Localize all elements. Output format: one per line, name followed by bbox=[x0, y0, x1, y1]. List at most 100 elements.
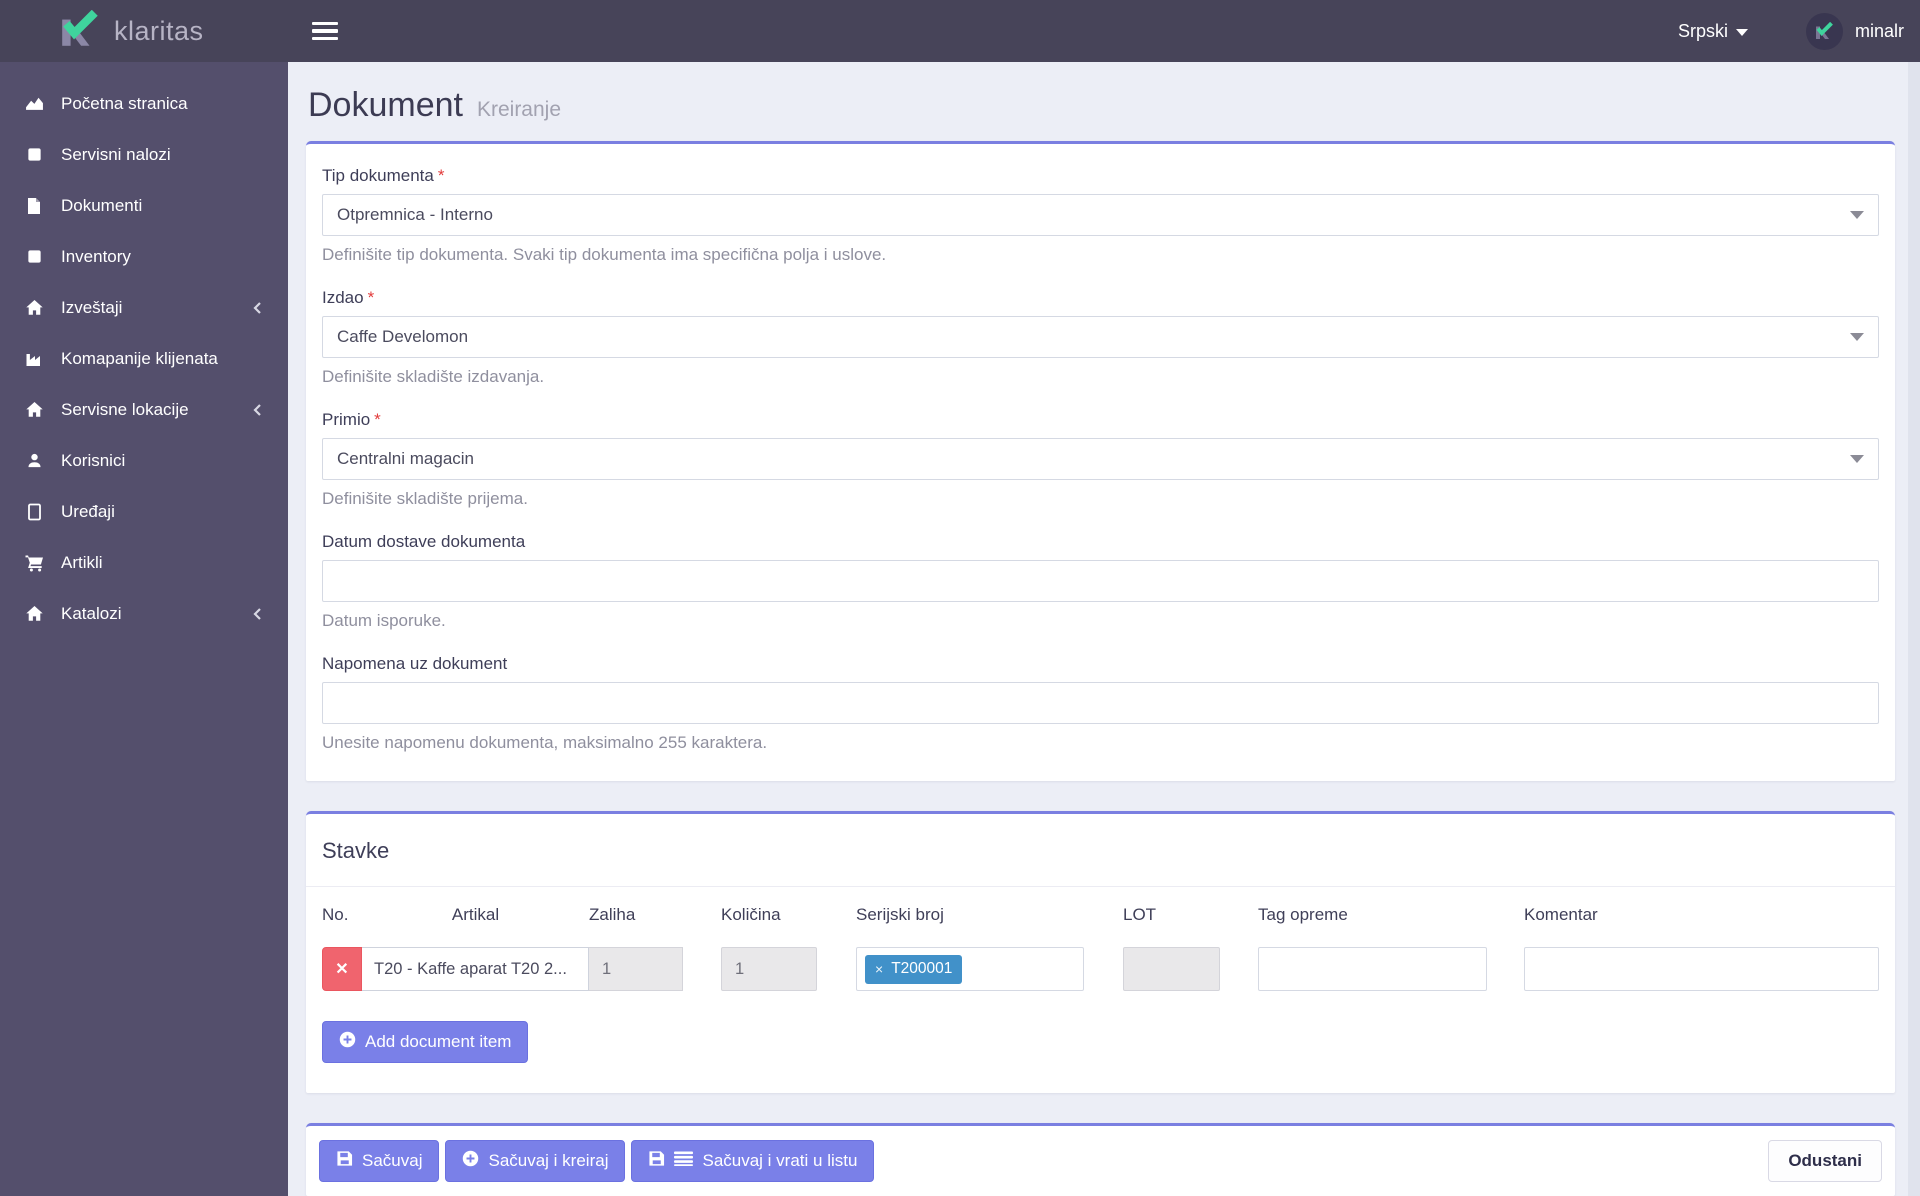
language-dropdown[interactable]: Srpski bbox=[1678, 21, 1748, 42]
primio-select[interactable]: Centralni magacin bbox=[322, 438, 1879, 480]
industry-icon bbox=[22, 350, 46, 367]
col-serijski-broj: Serijski broj bbox=[856, 905, 1084, 925]
plus-circle-icon bbox=[462, 1150, 479, 1172]
klaritas-logo-icon bbox=[58, 10, 100, 53]
napomena-input[interactable] bbox=[322, 682, 1879, 724]
izdao-select[interactable]: Caffe Develomon bbox=[322, 316, 1879, 358]
list-icon bbox=[674, 1151, 693, 1171]
field-label: Tip dokumenta bbox=[322, 166, 434, 185]
avatar[interactable] bbox=[1806, 13, 1843, 50]
brand-name: klaritas bbox=[114, 16, 204, 47]
sidebar-item-dokumenti[interactable]: Dokumenti bbox=[0, 180, 288, 231]
save-button[interactable]: Sačuvaj bbox=[319, 1140, 439, 1182]
actions-bar: Sačuvaj Sačuvaj i kreiraj Sačuvaj i vrat… bbox=[306, 1123, 1895, 1196]
sidebar-item-pocetna-stranica[interactable]: Početna stranica bbox=[0, 78, 288, 129]
field-help: Unesite napomenu dokumenta, maksimalno 2… bbox=[322, 733, 1879, 753]
menu-toggle-icon[interactable] bbox=[312, 22, 338, 41]
chevron-left-icon bbox=[252, 607, 262, 621]
chevron-left-icon bbox=[252, 403, 262, 417]
serijski-broj-input[interactable]: × T200001 bbox=[856, 947, 1084, 991]
field-label: Datum dostave dokumenta bbox=[322, 532, 525, 551]
home-icon bbox=[22, 605, 46, 622]
main-content: Dokument Kreiranje Tip dokumenta* Otprem… bbox=[288, 62, 1920, 1196]
items-title: Stavke bbox=[322, 838, 1879, 864]
sidebar-item-komapanije-klijenata[interactable]: Komapanije klijenata bbox=[0, 333, 288, 384]
zaliha-value: 1 bbox=[589, 947, 683, 991]
col-zaliha: Zaliha bbox=[589, 905, 683, 925]
field-label: Napomena uz dokument bbox=[322, 654, 507, 673]
sidebar-item-artikli[interactable]: Artikli bbox=[0, 537, 288, 588]
save-and-return-button[interactable]: Sačuvaj i vrati u listu bbox=[631, 1140, 874, 1182]
delete-item-button[interactable]: ✕ bbox=[322, 947, 362, 991]
home-icon bbox=[22, 299, 46, 316]
language-label: Srpski bbox=[1678, 21, 1728, 42]
chevron-down-icon bbox=[1850, 211, 1864, 219]
komentar-input[interactable] bbox=[1524, 947, 1879, 991]
serial-tag-chip: × T200001 bbox=[865, 955, 962, 984]
username[interactable]: minalr bbox=[1855, 21, 1904, 42]
item-row: ✕ T20 - Kaffe aparat T20 2... 1 1 × T200… bbox=[322, 947, 1879, 991]
user-icon bbox=[22, 452, 46, 469]
select-value: Centralni magacin bbox=[337, 449, 474, 469]
remove-tag-icon[interactable]: × bbox=[875, 961, 883, 977]
sidebar-item-servisne-lokacije[interactable]: Servisne lokacije bbox=[0, 384, 288, 435]
serial-tag-label: T200001 bbox=[891, 960, 952, 978]
note-icon bbox=[22, 248, 46, 265]
home-icon bbox=[22, 401, 46, 418]
col-no: No. bbox=[322, 905, 362, 925]
navbar-right: Srpski minalr bbox=[1678, 13, 1920, 50]
artikal-select[interactable]: T20 - Kaffe aparat T20 2... bbox=[362, 947, 589, 991]
brand[interactable]: klaritas bbox=[0, 10, 288, 53]
select-value: Caffe Develomon bbox=[337, 327, 468, 347]
field-help: Definišite skladište izdavanja. bbox=[322, 367, 1879, 387]
cart-icon bbox=[22, 554, 46, 572]
items-table-header: No. Artikal Zaliha Količina Serijski bro… bbox=[322, 905, 1879, 925]
sidebar-item-servisni-nalozi[interactable]: Servisni nalozi bbox=[0, 129, 288, 180]
page-subtitle: Kreiranje bbox=[477, 98, 561, 122]
field-tip-dokumenta: Tip dokumenta* Otpremnica - Interno Defi… bbox=[322, 166, 1879, 265]
save-icon bbox=[336, 1150, 353, 1172]
datum-dostave-input[interactable] bbox=[322, 560, 1879, 602]
file-icon bbox=[22, 197, 46, 215]
add-document-item-button[interactable]: Add document item bbox=[322, 1021, 528, 1063]
chevron-left-icon bbox=[252, 301, 262, 315]
field-label: Primio bbox=[322, 410, 370, 429]
page-title: Dokument bbox=[308, 86, 463, 125]
col-kolicina: Količina bbox=[721, 905, 817, 925]
field-help: Definišite tip dokumenta. Svaki tip doku… bbox=[322, 245, 1879, 265]
sidebar-item-katalozi[interactable]: Katalozi bbox=[0, 588, 288, 639]
chevron-down-icon bbox=[1850, 333, 1864, 341]
col-artikal: Artikal bbox=[362, 905, 589, 925]
tip-dokumenta-select[interactable]: Otpremnica - Interno bbox=[322, 194, 1879, 236]
scrollbar[interactable] bbox=[1908, 62, 1920, 1196]
items-card: Stavke No. Artikal Zaliha Količina Serij… bbox=[306, 811, 1895, 1093]
field-label: Izdao bbox=[322, 288, 364, 307]
sidebar-item-uredjaji[interactable]: Uređaji bbox=[0, 486, 288, 537]
kolicina-input: 1 bbox=[721, 947, 817, 991]
sidebar-item-inventory[interactable]: Inventory bbox=[0, 231, 288, 282]
sidebar-item-izvestaji[interactable]: Izveštaji bbox=[0, 282, 288, 333]
col-komentar: Komentar bbox=[1524, 905, 1879, 925]
plus-circle-icon bbox=[339, 1031, 356, 1053]
field-primio: Primio* Centralni magacin Definišite skl… bbox=[322, 410, 1879, 509]
top-navbar: klaritas Srpski minalr bbox=[0, 0, 1920, 62]
field-izdao: Izdao* Caffe Develomon Definišite skladi… bbox=[322, 288, 1879, 387]
document-form-card: Tip dokumenta* Otpremnica - Interno Defi… bbox=[306, 141, 1895, 781]
page-header: Dokument Kreiranje bbox=[308, 86, 1893, 125]
tablet-icon bbox=[22, 503, 46, 521]
divider bbox=[306, 886, 1895, 887]
avatar-logo-icon bbox=[1814, 22, 1834, 40]
note-icon bbox=[22, 146, 46, 163]
tag-opreme-input[interactable] bbox=[1258, 947, 1487, 991]
chart-area-icon bbox=[22, 94, 46, 113]
col-lot: LOT bbox=[1123, 905, 1220, 925]
sidebar-item-korisnici[interactable]: Korisnici bbox=[0, 435, 288, 486]
save-and-create-button[interactable]: Sačuvaj i kreiraj bbox=[445, 1140, 625, 1182]
chevron-down-icon bbox=[1736, 29, 1748, 36]
field-napomena: Napomena uz dokument Unesite napomenu do… bbox=[322, 654, 1879, 753]
col-tag-opreme: Tag opreme bbox=[1258, 905, 1487, 925]
required-asterisk: * bbox=[438, 166, 445, 185]
cancel-button[interactable]: Odustani bbox=[1768, 1140, 1882, 1182]
required-asterisk: * bbox=[368, 288, 375, 307]
select-value: Otpremnica - Interno bbox=[337, 205, 493, 225]
